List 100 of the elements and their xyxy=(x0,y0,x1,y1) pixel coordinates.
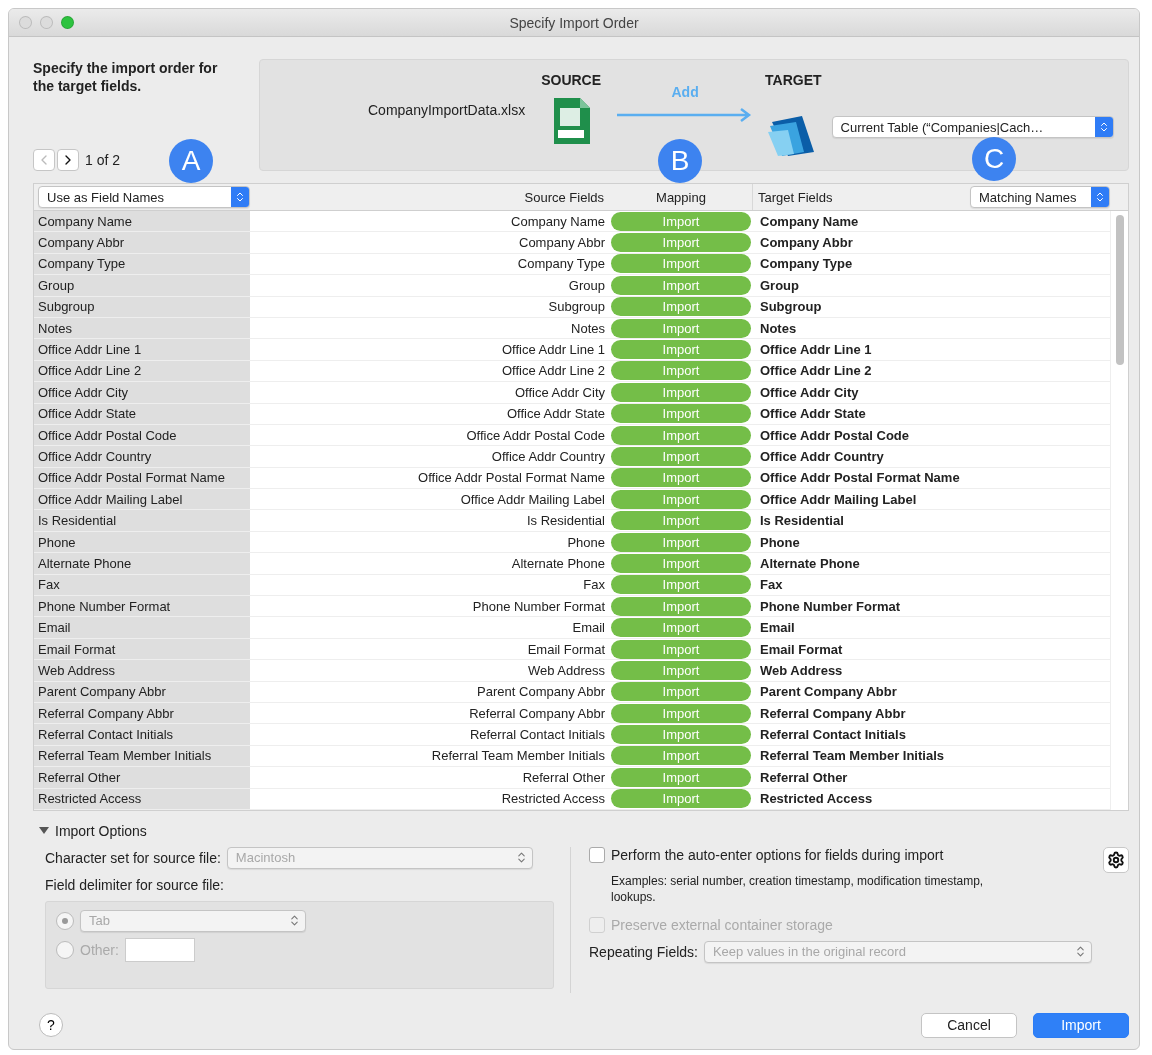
field-name-cell: Company Type xyxy=(34,253,250,275)
source-field-cell-text: Referral Other xyxy=(521,769,606,785)
mapping-toggle[interactable]: Import xyxy=(611,425,751,445)
scrollbar-thumb[interactable] xyxy=(1116,215,1124,365)
source-field-cell-text: Office Addr Postal Format Name xyxy=(417,470,606,486)
source-field-cell-text: Company Abbr xyxy=(518,235,606,251)
source-field-cell-text: Office Addr Line 1 xyxy=(500,342,606,358)
mapping-toggle[interactable]: Import xyxy=(611,382,751,402)
auto-enter-label: Perform the auto-enter options for fields during import xyxy=(611,846,944,863)
field-name-cell: Office Addr State xyxy=(34,403,250,424)
mapping-toggle[interactable]: Import xyxy=(611,489,751,509)
mapping-toggle[interactable]: Import xyxy=(611,233,751,253)
field-name-cell: Alternate Phone xyxy=(34,553,250,574)
mapping-toggle[interactable]: Import xyxy=(611,361,751,381)
next-button[interactable] xyxy=(57,149,79,171)
mapping-toggle[interactable]: Import xyxy=(611,340,751,360)
field-name-cell: Referral Company Abbr xyxy=(34,703,250,724)
instructions: Specify the import order for the target fields. xyxy=(33,59,219,95)
target-field-cell-text: Restricted Access xyxy=(759,791,874,807)
minimize-button[interactable] xyxy=(40,16,53,29)
other-label: Other: xyxy=(80,941,119,958)
close-button[interactable] xyxy=(19,16,32,29)
target-field-cell-text: Office Addr Postal Code xyxy=(759,427,911,443)
mapping-toggle[interactable]: Import xyxy=(611,511,751,531)
field-name-cell: Group xyxy=(34,275,250,296)
source-field-cell-text: Office Addr Mailing Label xyxy=(459,491,606,507)
field-name-cell: Web Address xyxy=(34,660,250,681)
target-field-cell-text: Referral Company Abbr xyxy=(759,705,907,721)
mapping-toggle[interactable]: Import xyxy=(611,404,751,424)
target-field-cell-text: Parent Company Abbr xyxy=(759,684,898,700)
target-field-cell-text: Office Addr Country xyxy=(759,449,885,464)
repeating-menu[interactable]: Keep values in the original record xyxy=(703,940,1092,963)
field-name-cell: Notes xyxy=(34,317,250,339)
target-field-cell-text: Office Addr State xyxy=(759,406,867,422)
field-name-cell: Company Name xyxy=(34,211,250,232)
mapping-toggle[interactable]: Import xyxy=(611,532,751,552)
mapping-toggle[interactable]: Import xyxy=(611,703,751,723)
mapping-toggle[interactable]: Import xyxy=(611,725,751,745)
mapping-toggle[interactable]: Import xyxy=(611,789,751,809)
field-name-cell: Fax xyxy=(34,574,250,596)
mapping-toggle[interactable]: Import xyxy=(611,447,751,466)
source-field-cell-text: Office Addr City xyxy=(513,384,606,400)
repeating-label: Repeating Fields: xyxy=(589,943,698,960)
source-field-cell-text: Office Addr Postal Code xyxy=(465,427,606,443)
settings-button[interactable] xyxy=(1103,846,1129,873)
mapping-toggle[interactable]: Import xyxy=(611,682,751,702)
source-field-cell-text: Restricted Access xyxy=(500,791,606,807)
zoom-button[interactable] xyxy=(61,16,74,29)
matching-menu[interactable]: Matching Names xyxy=(970,186,1110,208)
callout-badge: A xyxy=(169,139,213,183)
target-field-cell-text: Fax xyxy=(759,577,784,593)
mapping-toggle[interactable]: Import xyxy=(611,746,751,766)
target-field-cell-text: Web Address xyxy=(759,662,844,678)
stepper-icon xyxy=(231,187,249,207)
field-name-cell: Parent Company Abbr xyxy=(34,681,250,702)
target-field-cell-text: Company Type xyxy=(759,256,854,272)
file-name: CompanyImportData.xlsx xyxy=(368,102,526,118)
mapping-toggle[interactable]: Import xyxy=(611,767,751,787)
target-field-cell-text: Referral Other xyxy=(759,769,849,785)
delimiter-menu[interactable]: Tab xyxy=(80,909,306,932)
source-field-cell-text: Company Type xyxy=(516,256,606,272)
mapping-toggle[interactable]: Import xyxy=(611,254,751,274)
target-field-cell-text: Phone Number Format xyxy=(759,598,902,614)
import-options-toggle[interactable]: Import Options xyxy=(39,822,147,839)
source-field-cell-text: Notes xyxy=(570,320,606,336)
source-field-cell-text: Parent Company Abbr xyxy=(476,684,606,700)
help-button[interactable]: ? xyxy=(39,1013,63,1038)
target-field-cell-text: Subgroup xyxy=(759,299,823,315)
mapping-toggle[interactable]: Import xyxy=(611,297,751,317)
mapping-toggle[interactable]: Import xyxy=(611,553,751,573)
spreadsheet-icon xyxy=(552,98,591,144)
radio-button[interactable] xyxy=(56,940,74,959)
mapping-toggle[interactable]: Import xyxy=(611,275,751,295)
field-name-cell: Email xyxy=(34,617,250,638)
mapping-toggle[interactable]: Import xyxy=(611,468,751,488)
target-field-cell-text: Office Addr Mailing Label xyxy=(759,491,918,507)
field-name-cell: Email Format xyxy=(34,638,250,660)
checkbox[interactable] xyxy=(589,846,605,863)
mapping-toggle[interactable]: Import xyxy=(611,618,751,638)
cancel-button[interactable]: Cancel xyxy=(921,1012,1017,1038)
radio-button[interactable] xyxy=(56,911,74,930)
field-name-cell: Office Addr Line 1 xyxy=(34,339,250,360)
mapping-toggle[interactable]: Import xyxy=(611,639,751,659)
mapping-toggle[interactable]: Import xyxy=(611,211,751,231)
target-field-cell-text: Phone xyxy=(759,534,801,550)
mapping-toggle[interactable]: Import xyxy=(611,318,751,338)
default-button[interactable]: Import xyxy=(1033,1012,1129,1038)
mapping-toggle[interactable]: Import xyxy=(611,596,751,616)
field-name-cell: Referral Other xyxy=(34,767,250,788)
source-field-cell-text: Email Format xyxy=(526,641,606,657)
source-field-cell-text: Email xyxy=(571,620,606,636)
target-field-cell-text: Email Format xyxy=(759,641,844,657)
field-names-menu[interactable]: Use as Field Names xyxy=(38,186,250,208)
mapping-toggle[interactable]: Import xyxy=(611,575,751,595)
source-field-cell-text: Subgroup xyxy=(547,299,606,315)
auto-enter-note: Examples: serial number, creation timestamp, modification timestamp, lookups. xyxy=(611,872,985,905)
charset-menu[interactable]: Macintosh xyxy=(226,846,533,869)
charset-label: Character set for source file: xyxy=(45,849,221,866)
mapping-toggle[interactable]: Import xyxy=(611,660,751,680)
table-menu[interactable]: Current Table (“Companies|Cach… xyxy=(831,116,1114,138)
